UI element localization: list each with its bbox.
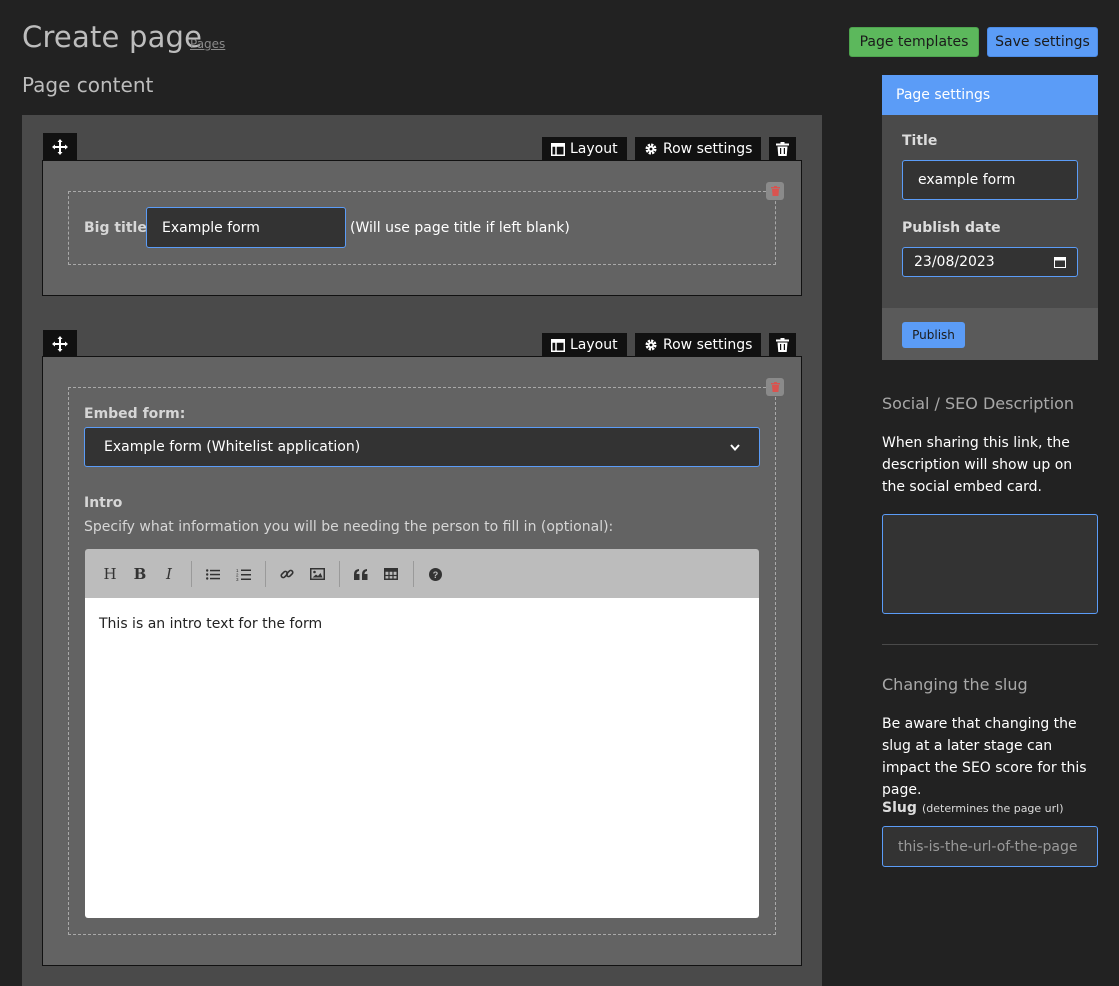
embed-form-selected: Example form (Whitelist application) — [104, 439, 361, 455]
numbered-list-icon[interactable]: 123 — [232, 563, 254, 585]
remove-block-icon[interactable] — [766, 182, 784, 200]
calendar-icon — [1054, 257, 1066, 268]
divider — [882, 644, 1098, 645]
row-settings-label: Row settings — [663, 141, 753, 157]
svg-text:3: 3 — [236, 577, 239, 581]
trash-icon — [776, 338, 789, 352]
layout-icon — [551, 338, 565, 352]
delete-row-button[interactable] — [769, 137, 796, 161]
editor-content: This is an intro text for the form — [99, 616, 323, 632]
link-icon[interactable] — [276, 563, 298, 585]
italic-icon[interactable]: I — [158, 563, 180, 585]
slug-sublabel: (determines the page url) — [921, 802, 1064, 815]
delete-row-button[interactable] — [769, 333, 796, 357]
embed-form-select[interactable]: Example form (Whitelist application) — [84, 427, 760, 467]
breadcrumb[interactable]: Pages — [190, 37, 225, 51]
seo-textarea[interactable] — [882, 514, 1098, 614]
help-icon[interactable]: ? — [424, 563, 446, 585]
intro-label: Intro — [84, 495, 123, 511]
slug-label: Slug — [882, 800, 917, 816]
toolbar-divider — [339, 561, 340, 587]
page-title: Create page — [22, 20, 203, 54]
publish-button[interactable]: Publish — [902, 322, 965, 348]
layout-icon — [551, 142, 565, 156]
page-settings-title: Page settings — [882, 75, 1098, 115]
quote-icon[interactable] — [350, 563, 372, 585]
move-icon[interactable] — [43, 330, 77, 358]
slug-label-row: Slug (determines the page url) — [882, 797, 1064, 816]
bullet-list-icon[interactable] — [202, 563, 224, 585]
seo-description: When sharing this link, the description … — [882, 435, 1073, 495]
table-icon[interactable] — [380, 563, 402, 585]
gear-icon — [645, 143, 657, 155]
layout-button[interactable]: Layout — [542, 333, 627, 357]
embed-form-label: Embed form: — [84, 406, 186, 422]
row-settings-label: Row settings — [663, 337, 753, 353]
big-title-input[interactable]: Example form — [146, 207, 346, 248]
chevron-down-icon — [730, 443, 740, 451]
trash-icon — [776, 142, 789, 156]
toolbar-divider — [191, 561, 192, 587]
layout-label: Layout — [570, 337, 618, 353]
gear-icon — [645, 339, 657, 351]
big-title-label: Big title: — [84, 220, 153, 236]
save-settings-button[interactable]: Save settings — [987, 27, 1098, 57]
section-heading: Page content — [22, 73, 154, 97]
layout-button[interactable]: Layout — [542, 137, 627, 161]
editor-body[interactable]: This is an intro text for the form — [85, 598, 759, 918]
intro-hint: Specify what information you will be nee… — [84, 519, 614, 535]
editor-toolbar: H B I 123 ? — [85, 549, 759, 598]
slug-input[interactable]: this-is-the-url-of-the-page — [882, 826, 1098, 867]
row-settings-button[interactable]: Row settings — [635, 333, 762, 357]
toolbar-divider — [265, 561, 266, 587]
publish-date-input[interactable]: 23/08/2023 — [902, 247, 1078, 277]
bold-icon[interactable]: B — [129, 563, 151, 585]
big-title-hint: (Will use page title if left blank) — [350, 220, 570, 236]
row-settings-button[interactable]: Row settings — [635, 137, 762, 161]
toolbar-divider — [413, 561, 414, 587]
heading-icon[interactable]: H — [99, 563, 121, 585]
page-settings-panel: Page settings Title example form Publish… — [882, 75, 1098, 360]
title-label: Title — [902, 133, 938, 149]
panel-footer: Publish — [882, 308, 1098, 360]
slug-heading: Changing the slug — [882, 675, 1028, 694]
page-templates-button[interactable]: Page templates — [849, 27, 979, 57]
publish-date-label: Publish date — [902, 220, 1001, 236]
publish-date-value: 23/08/2023 — [914, 254, 995, 270]
move-icon[interactable] — [43, 133, 77, 161]
image-icon[interactable] — [306, 563, 328, 585]
svg-text:?: ? — [432, 570, 438, 580]
title-input[interactable]: example form — [902, 160, 1078, 200]
remove-block-icon[interactable] — [766, 378, 784, 396]
layout-label: Layout — [570, 141, 618, 157]
seo-heading: Social / SEO Description — [882, 394, 1075, 413]
slug-warning: Be aware that changing the slug at a lat… — [882, 716, 1087, 798]
